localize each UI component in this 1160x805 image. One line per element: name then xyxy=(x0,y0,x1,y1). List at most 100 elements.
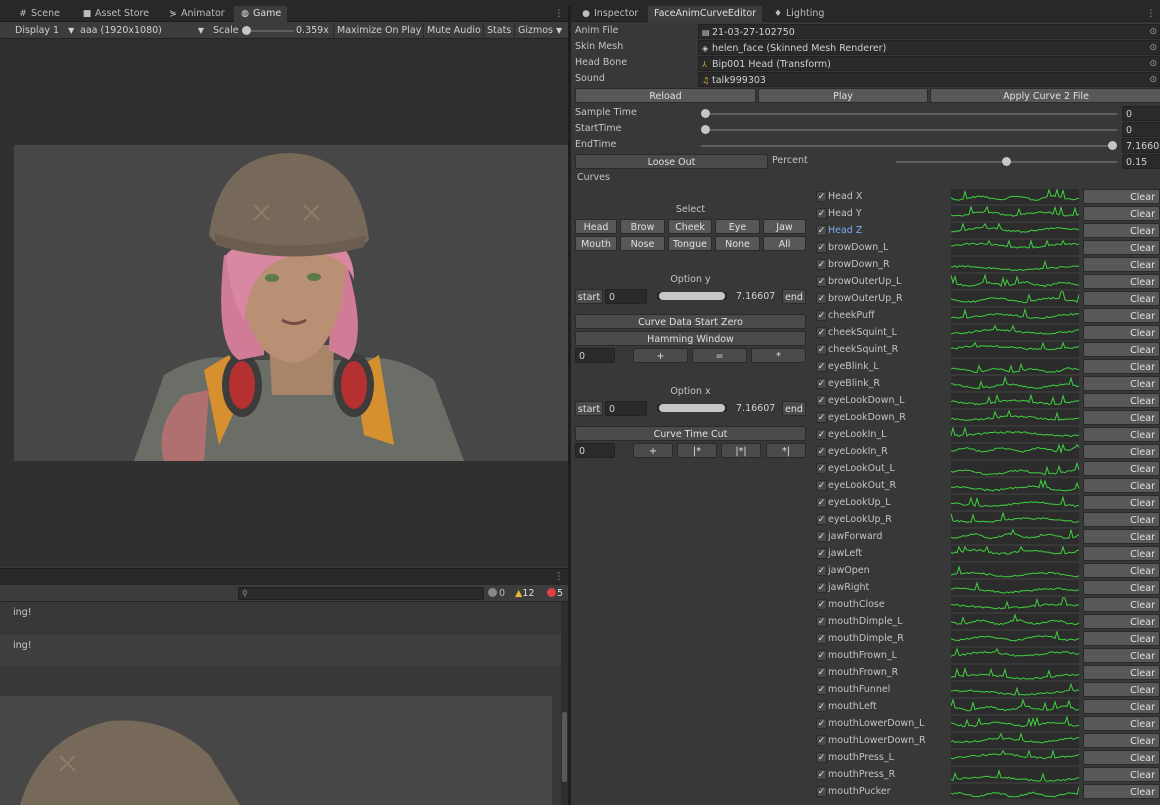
curve-checkbox[interactable]: ✓ xyxy=(816,344,827,355)
curve-preview[interactable] xyxy=(951,308,1079,323)
clear-curve-button[interactable]: Clear xyxy=(1083,274,1160,289)
curve-preview[interactable] xyxy=(951,223,1079,238)
hamming-multiply-button[interactable]: * xyxy=(751,348,806,363)
clear-curve-button[interactable]: Clear xyxy=(1083,750,1160,765)
curve-preview[interactable] xyxy=(951,342,1079,357)
clear-curve-button[interactable]: Clear xyxy=(1083,291,1160,306)
log-row[interactable]: ing! xyxy=(0,635,562,666)
curve-preview[interactable] xyxy=(951,189,1079,204)
curve-preview[interactable] xyxy=(951,427,1079,442)
curve-preview[interactable] xyxy=(951,631,1079,646)
option-x-start-button[interactable]: start xyxy=(575,401,603,416)
curve-checkbox[interactable]: ✓ xyxy=(816,701,827,712)
curve-checkbox[interactable]: ✓ xyxy=(816,752,827,763)
curve-checkbox[interactable]: ✓ xyxy=(816,565,827,576)
curve-preview[interactable] xyxy=(951,512,1079,527)
curve-checkbox[interactable]: ✓ xyxy=(816,259,827,270)
percent-value[interactable]: 0.15 xyxy=(1122,154,1160,169)
curve-preview[interactable] xyxy=(951,767,1079,782)
clear-curve-button[interactable]: Clear xyxy=(1083,495,1160,510)
select-brow-button[interactable]: Brow xyxy=(620,219,665,234)
curve-checkbox[interactable]: ✓ xyxy=(816,497,827,508)
curve-checkbox[interactable]: ✓ xyxy=(816,293,827,304)
curve-checkbox[interactable]: ✓ xyxy=(816,191,827,202)
clear-curve-button[interactable]: Clear xyxy=(1083,648,1160,663)
option-y-end-button[interactable]: end xyxy=(782,289,806,304)
select-cheek-button[interactable]: Cheek xyxy=(668,219,712,234)
clear-curve-button[interactable]: Clear xyxy=(1083,376,1160,391)
clear-curve-button[interactable]: Clear xyxy=(1083,444,1160,459)
curve-checkbox[interactable]: ✓ xyxy=(816,361,827,372)
editor-kebab-menu-icon[interactable]: ⋮ xyxy=(1146,6,1156,22)
tab-inspector[interactable]: ● Inspector xyxy=(575,6,644,22)
curve-preview[interactable] xyxy=(951,699,1079,714)
start-time-value[interactable]: 0 xyxy=(1122,122,1160,137)
clear-curve-button[interactable]: Clear xyxy=(1083,478,1160,493)
option-x-end-button[interactable]: end xyxy=(782,401,806,416)
object-picker-icon[interactable]: ⊙ xyxy=(1149,57,1157,72)
curve-preview[interactable] xyxy=(951,648,1079,663)
end-time-value[interactable]: 7.16607 xyxy=(1122,138,1160,153)
tab-face-anim-curve-editor[interactable]: FaceAnimCurveEditor xyxy=(648,6,763,22)
console-scrollbar[interactable] xyxy=(561,602,568,805)
clear-curve-button[interactable]: Clear xyxy=(1083,767,1160,782)
clear-curve-button[interactable]: Clear xyxy=(1083,223,1160,238)
curve-checkbox[interactable]: ✓ xyxy=(816,514,827,525)
select-jaw-button[interactable]: Jaw xyxy=(763,219,806,234)
select-eye-button[interactable]: Eye xyxy=(715,219,760,234)
time-cut-right-button[interactable]: *| xyxy=(766,443,806,458)
curve-preview[interactable] xyxy=(951,444,1079,459)
curve-preview[interactable] xyxy=(951,376,1079,391)
clear-curve-button[interactable]: Clear xyxy=(1083,733,1160,748)
clear-curve-button[interactable]: Clear xyxy=(1083,716,1160,731)
time-cut-add-button[interactable]: + xyxy=(633,443,673,458)
tab-scene[interactable]: # Scene xyxy=(12,6,66,22)
tab-game[interactable]: ◍ Game xyxy=(234,6,288,22)
curve-preview[interactable] xyxy=(951,597,1079,612)
clear-curve-button[interactable]: Clear xyxy=(1083,427,1160,442)
clear-curve-button[interactable]: Clear xyxy=(1083,308,1160,323)
curve-preview[interactable] xyxy=(951,410,1079,425)
option-y-start-button[interactable]: start xyxy=(575,289,603,304)
object-picker-icon[interactable]: ⊙ xyxy=(1149,25,1157,40)
object-picker-icon[interactable]: ⊙ xyxy=(1149,41,1157,56)
start-time-slider[interactable] xyxy=(701,129,1117,131)
curve-checkbox[interactable]: ✓ xyxy=(816,582,827,593)
game-kebab-menu-icon[interactable]: ⋮ xyxy=(554,6,564,22)
curve-preview[interactable] xyxy=(951,546,1079,561)
clear-curve-button[interactable]: Clear xyxy=(1083,784,1160,799)
curve-checkbox[interactable]: ✓ xyxy=(816,718,827,729)
select-none-button[interactable]: None xyxy=(715,236,760,251)
clear-curve-button[interactable]: Clear xyxy=(1083,631,1160,646)
curve-preview[interactable] xyxy=(951,529,1079,544)
sound-field[interactable]: ♫ talk999303 ⊙ xyxy=(698,72,1160,87)
clear-curve-button[interactable]: Clear xyxy=(1083,461,1160,476)
clear-curve-button[interactable]: Clear xyxy=(1083,189,1160,204)
clear-curve-button[interactable]: Clear xyxy=(1083,325,1160,340)
end-time-slider[interactable] xyxy=(701,145,1117,147)
clear-curve-button[interactable]: Clear xyxy=(1083,682,1160,697)
select-head-button[interactable]: Head xyxy=(575,219,617,234)
tab-animator[interactable]: ⋟ Animator xyxy=(162,6,231,22)
clear-curve-button[interactable]: Clear xyxy=(1083,597,1160,612)
gizmos-dropdown[interactable]: Gizmos ▼ xyxy=(514,23,565,38)
curve-preview[interactable] xyxy=(951,325,1079,340)
select-tongue-button[interactable]: Tongue xyxy=(668,236,712,251)
curve-preview[interactable] xyxy=(951,495,1079,510)
head-bone-field[interactable]: ⅄ Bip001 Head (Transform) ⊙ xyxy=(698,56,1160,71)
curve-preview[interactable] xyxy=(951,274,1079,289)
curve-checkbox[interactable]: ✓ xyxy=(816,616,827,627)
sample-time-slider-knob[interactable] xyxy=(701,109,710,118)
curve-checkbox[interactable]: ✓ xyxy=(816,650,827,661)
end-time-slider-knob[interactable] xyxy=(1108,141,1117,150)
curve-preview[interactable] xyxy=(951,478,1079,493)
clear-curve-button[interactable]: Clear xyxy=(1083,512,1160,527)
curve-preview[interactable] xyxy=(951,733,1079,748)
clear-curve-button[interactable]: Clear xyxy=(1083,257,1160,272)
clear-curve-button[interactable]: Clear xyxy=(1083,614,1160,629)
curve-preview[interactable] xyxy=(951,682,1079,697)
curve-preview[interactable] xyxy=(951,206,1079,221)
curve-checkbox[interactable]: ✓ xyxy=(816,548,827,559)
curve-checkbox[interactable]: ✓ xyxy=(816,208,827,219)
time-cut-value-field[interactable]: 0 xyxy=(575,443,615,458)
